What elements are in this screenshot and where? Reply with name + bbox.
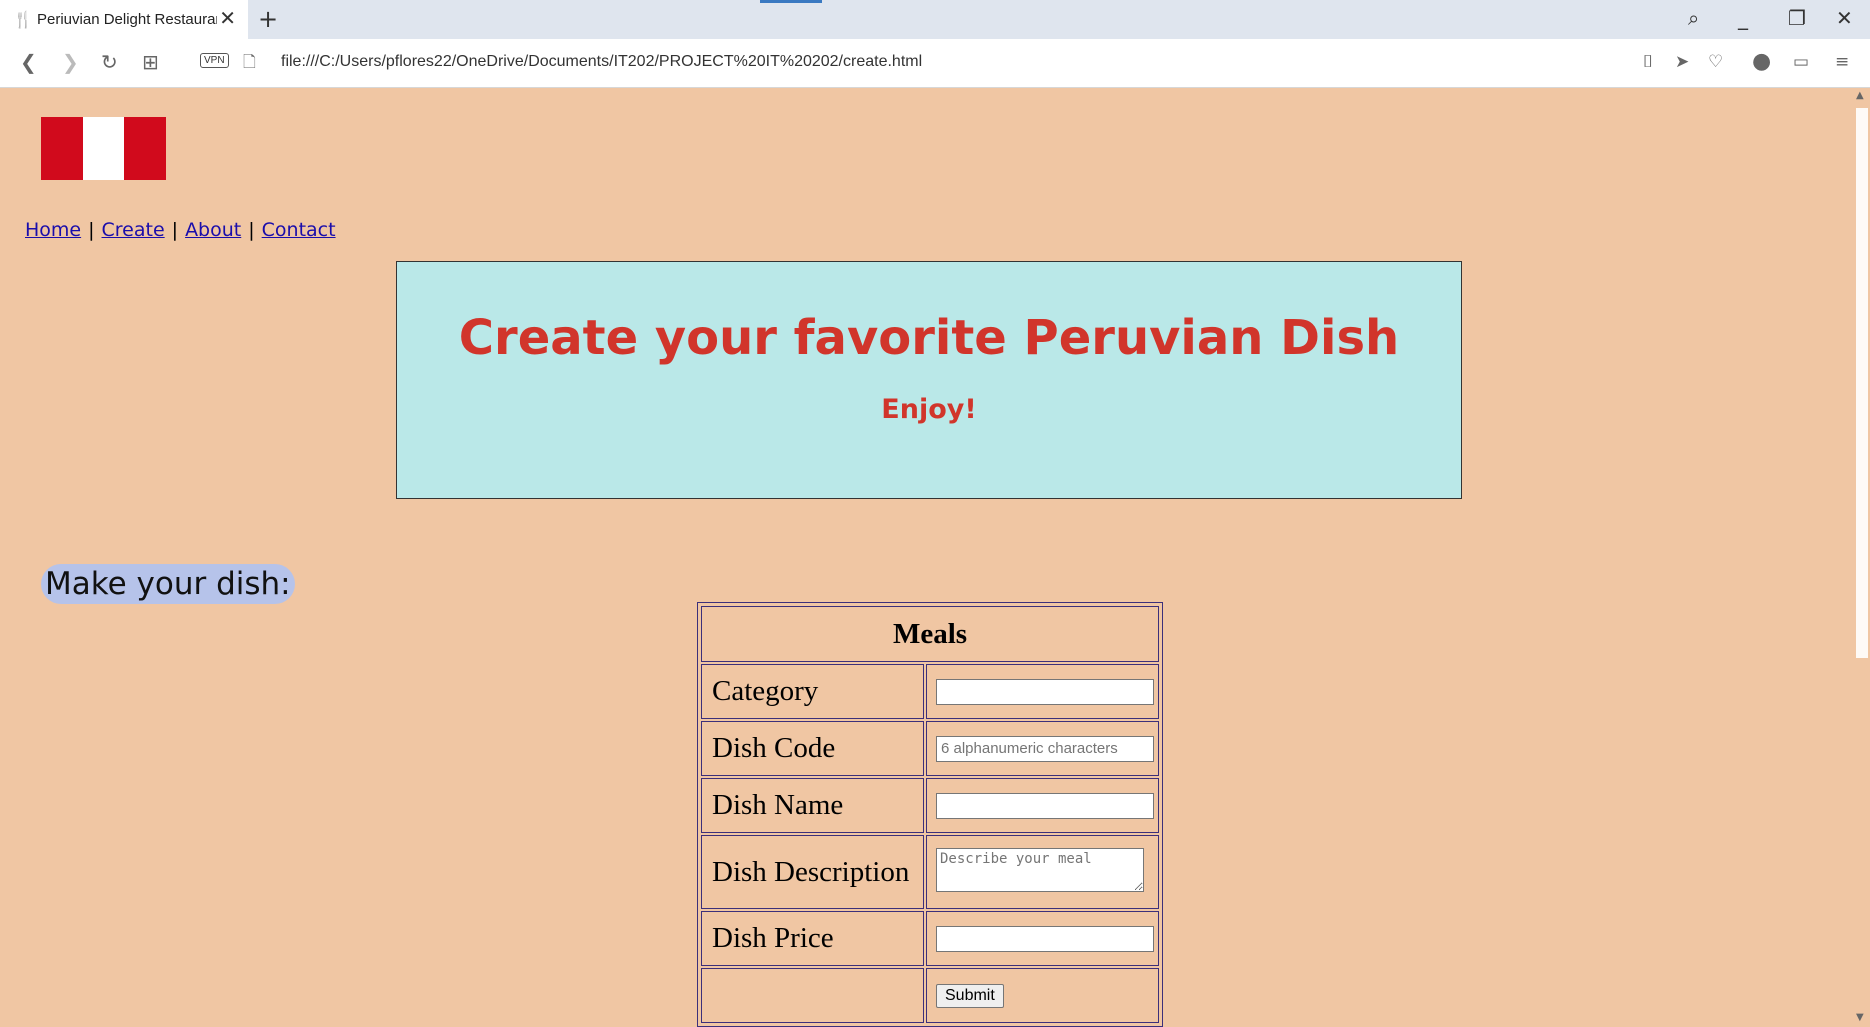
browser-toolbar: ❮ ❯ ↻ ⊞ VPN 🗋 file:///C:/Users/pflores22… (0, 39, 1870, 88)
close-window-icon[interactable]: ✕ (1836, 6, 1853, 30)
hero-banner: Create your favorite Peruvian Dish Enjoy… (396, 261, 1462, 499)
empty-cell (701, 968, 924, 1023)
profile-avatar-icon[interactable]: ● (1752, 51, 1771, 73)
meals-form-table: Meals Category Dish Code Dish Name Dish … (697, 602, 1163, 1027)
reload-icon[interactable]: ↻ (101, 51, 118, 73)
main-nav: Home | Create | About | Contact (25, 219, 336, 241)
search-icon[interactable]: ⌕ (1688, 6, 1699, 30)
submit-button[interactable]: Submit (936, 983, 1004, 1008)
form-heading: Make your dish: (41, 564, 295, 604)
vertical-scrollbar[interactable]: ▲ ▼ (1852, 88, 1870, 1025)
restore-icon[interactable]: ❐ (1788, 6, 1806, 30)
fork-knife-icon: 🍴 (13, 9, 33, 29)
nav-home-link[interactable]: Home (25, 219, 81, 241)
scrollbar-thumb[interactable] (1856, 108, 1868, 658)
scroll-down-icon[interactable]: ▼ (1856, 1012, 1864, 1023)
address-bar[interactable]: file:///C:/Users/pflores22/OneDrive/Docu… (281, 53, 922, 71)
camera-icon[interactable]: ⌷ (1643, 51, 1653, 73)
new-tab-icon[interactable]: + (258, 5, 278, 33)
dish-name-input[interactable] (936, 792, 1154, 819)
nav-separator: | (248, 219, 255, 241)
vpn-badge[interactable]: VPN (200, 53, 229, 68)
nav-contact-link[interactable]: Contact (262, 219, 336, 241)
table-title: Meals (701, 606, 1159, 662)
battery-saver-icon[interactable]: ▭ (1793, 51, 1809, 73)
nav-separator: | (171, 219, 179, 241)
nav-about-link[interactable]: About (185, 219, 241, 241)
tab-strip-indicator (760, 0, 822, 3)
peru-flag-logo (41, 117, 167, 180)
dish-code-input[interactable] (936, 735, 1154, 762)
dish-price-label: Dish Price (701, 911, 924, 966)
nav-create-link[interactable]: Create (102, 219, 165, 241)
settings-sliders-icon[interactable]: ≡ (1835, 51, 1849, 73)
dish-price-input[interactable] (936, 925, 1154, 952)
scroll-up-icon[interactable]: ▲ (1856, 90, 1864, 101)
heart-icon[interactable]: ♡ (1708, 51, 1723, 73)
dish-code-label: Dish Code (701, 721, 924, 776)
minimize-icon[interactable]: _ (1738, 6, 1748, 30)
category-label: Category (701, 664, 924, 719)
forward-icon[interactable]: ❯ (62, 51, 79, 73)
tab-bar: 🍴 Periuvian Delight Restaurant ✕ + ⌕ _ ❐… (0, 0, 1870, 39)
tab-title: Periuvian Delight Restaurant (37, 11, 217, 28)
nav-separator: | (88, 219, 95, 241)
dish-name-label: Dish Name (701, 778, 924, 833)
close-tab-icon[interactable]: ✕ (219, 8, 236, 28)
tabs-grid-icon[interactable]: ⊞ (142, 51, 159, 73)
category-input[interactable] (936, 678, 1154, 705)
hero-subtitle: Enjoy! (881, 394, 977, 425)
active-tab[interactable]: 🍴 Periuvian Delight Restaurant ✕ (0, 0, 248, 39)
send-icon[interactable]: ➤ (1675, 51, 1689, 73)
dish-description-textarea[interactable] (936, 847, 1144, 892)
back-icon[interactable]: ❮ (20, 51, 37, 73)
hero-title: Create your favorite Peruvian Dish (458, 310, 1400, 366)
dish-description-label: Dish Description (701, 835, 924, 909)
page-info-icon[interactable]: 🗋 (243, 51, 256, 73)
